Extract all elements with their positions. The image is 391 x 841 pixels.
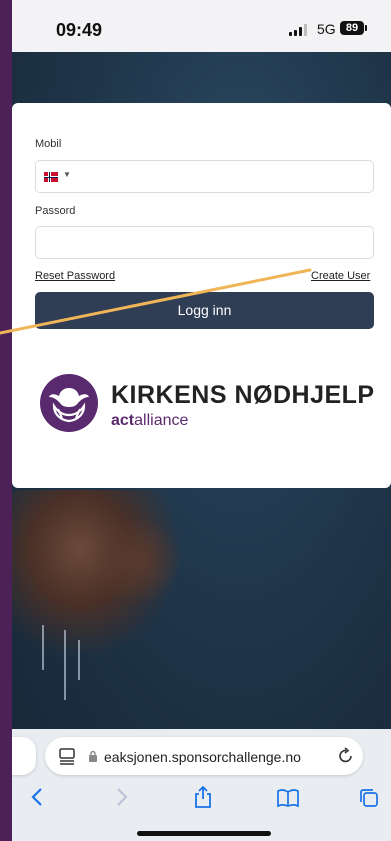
password-label: Passord [35, 205, 76, 217]
mobile-label: Mobil [35, 138, 62, 150]
lock-icon [88, 750, 98, 768]
bookmarks-icon[interactable] [276, 788, 300, 814]
reload-icon[interactable] [338, 747, 354, 769]
page-menu-icon[interactable] [59, 747, 75, 770]
battery-nub [365, 25, 367, 31]
norway-flag-icon[interactable] [44, 172, 58, 182]
signal-icon [289, 24, 307, 36]
status-bar: 09:49 5G 89 [12, 0, 391, 52]
network-type: 5G [317, 21, 336, 37]
brand-name: KIRKENS NØDHJELP [111, 381, 375, 409]
previous-tab-pill[interactable] [12, 737, 36, 775]
battery-icon: 89 [340, 21, 364, 35]
forward-icon[interactable] [115, 787, 129, 813]
address-bar[interactable]: eaksjonen.sponsorchallenge.no [45, 737, 363, 775]
tagline-alliance: alliance [134, 412, 189, 429]
phone-screen: 09:49 5G 89 Mobil ▼ Passord Reset Passwo… [12, 0, 391, 841]
water-drip [78, 640, 80, 680]
home-indicator [137, 831, 271, 836]
mobile-field[interactable]: ▼ [35, 160, 374, 193]
brand-tagline: actalliance [111, 412, 188, 430]
url-text: eaksjonen.sponsorchallenge.no [104, 749, 301, 765]
status-time: 09:49 [56, 20, 103, 40]
chevron-down-icon[interactable]: ▼ [63, 170, 71, 179]
hands-image-shadow [92, 515, 182, 605]
kirkens-nodhjelp-logo-icon [40, 374, 98, 432]
create-user-link[interactable]: Create User [311, 270, 370, 282]
reset-password-link[interactable]: Reset Password [35, 270, 115, 282]
login-card: Mobil ▼ Passord Reset Password Create Us… [12, 103, 391, 488]
browser-toolbar: eaksjonen.sponsorchallenge.no [12, 729, 391, 841]
tabs-icon[interactable] [358, 787, 380, 815]
back-icon[interactable] [30, 787, 44, 813]
password-field[interactable] [35, 226, 374, 259]
share-icon[interactable] [193, 785, 213, 815]
login-button[interactable]: Logg inn [35, 292, 374, 329]
water-drip [42, 625, 44, 670]
tagline-act: act [111, 412, 135, 429]
water-drip [64, 630, 66, 700]
